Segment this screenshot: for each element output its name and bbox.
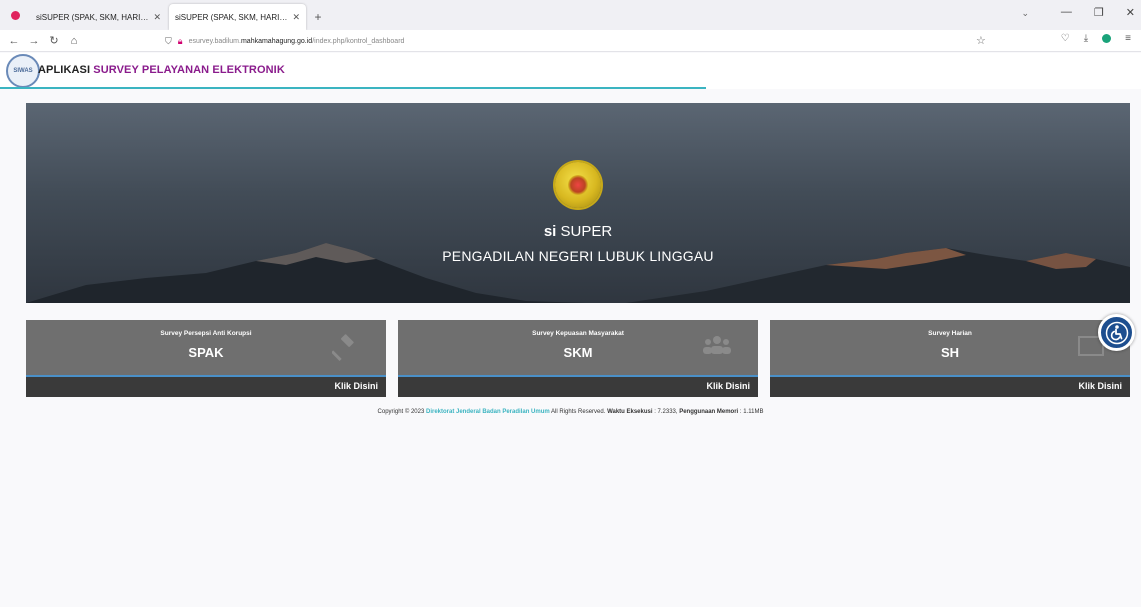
lock-icon[interactable]: 🔒︎: [178, 36, 183, 47]
card-footer[interactable]: Klik Disini: [26, 375, 386, 397]
download-icon[interactable]: ⤓: [1084, 33, 1088, 44]
browser-tab-1[interactable]: siSUPER (SPAK, SKM, HARIAN) | Das ✕: [30, 4, 167, 30]
shield-icon[interactable]: ⛉: [165, 36, 172, 47]
klik-disini-link[interactable]: Klik Disini: [334, 381, 378, 391]
url-domain: mahkamahagung.go.id: [240, 37, 313, 45]
tab-title: siSUPER (SPAK, SKM, HARIAN) | PEI: [175, 12, 288, 22]
chevron-down-icon[interactable]: ⌄: [1021, 8, 1029, 19]
accessibility-button[interactable]: [1098, 314, 1135, 351]
menu-icon[interactable]: ≡: [1125, 33, 1131, 44]
card-footer[interactable]: Klik Disini: [398, 375, 758, 397]
browser-tab-bar: siSUPER (SPAK, SKM, HARIAN) | Das ✕ siSU…: [0, 0, 1141, 30]
app-logo[interactable]: SIWAS: [6, 54, 40, 88]
new-tab-button[interactable]: +: [308, 4, 328, 30]
url-path: /index.php/kontrol_dashboard: [312, 37, 405, 45]
hero-title: si SUPER: [543, 223, 613, 240]
window-controls: — ❐ ✕: [1061, 6, 1135, 19]
card-spak: Survey Persepsi Anti Korupsi SPAK Klik D…: [26, 320, 386, 398]
bookmark-star-icon[interactable]: ☆: [976, 34, 986, 47]
gavel-icon: [332, 334, 354, 361]
url-prefix: esurvey.badilum.: [188, 37, 241, 45]
card-body: Survey Harian SH: [770, 320, 1130, 375]
browser-logo-icon: [0, 0, 30, 30]
klik-disini-link[interactable]: Klik Disini: [706, 381, 750, 391]
accessibility-icon: [1105, 321, 1128, 344]
back-icon[interactable]: ←: [4, 35, 24, 47]
forward-icon[interactable]: →: [24, 35, 44, 47]
browser-tab-2[interactable]: siSUPER (SPAK, SKM, HARIAN) | PEI ✕: [169, 4, 306, 30]
card-body: Survey Persepsi Anti Korupsi SPAK: [26, 320, 386, 375]
court-emblem: [555, 162, 601, 208]
toolbar-icons: ♡ ⤓ ≡: [1061, 33, 1131, 44]
card-title: SH: [940, 345, 960, 360]
browser-nav-bar: ← → ↻ ⌂ ⛉ 🔒︎ esurvey.badilum. mahkamahagu…: [0, 30, 1141, 52]
hero-subtitle: PENGADILAN NEGERI LUBUK LINGGAU: [442, 248, 714, 264]
klik-disini-link[interactable]: Klik Disini: [1078, 381, 1122, 391]
reload-icon[interactable]: ↻: [44, 34, 64, 47]
card-footer[interactable]: Klik Disini: [770, 375, 1130, 397]
extension-icon[interactable]: [1102, 34, 1112, 43]
home-icon[interactable]: ⌂: [64, 35, 84, 47]
card-skm: Survey Kepuasan Masyarakat SKM Klik Disi…: [398, 320, 758, 398]
app-title[interactable]: APLIKASI SURVEY PELAYANAN ELEKTRONIK: [38, 64, 285, 76]
page-footer: Copyright © 2023 Direktorat Jenderal Bad…: [377, 409, 764, 415]
card-body: Survey Kepuasan Masyarakat SKM: [398, 320, 758, 375]
footer-link[interactable]: Direktorat Jenderal Badan Peradilan Umum: [426, 409, 550, 415]
app-header: SIWAS APLIKASI SURVEY PELAYANAN ELEKTRON…: [0, 53, 1141, 89]
users-icon: [703, 336, 731, 354]
close-icon[interactable]: ✕: [292, 12, 300, 23]
tab-title: siSUPER (SPAK, SKM, HARIAN) | Das: [36, 12, 149, 22]
close-window-icon[interactable]: ✕: [1126, 6, 1135, 19]
hero-banner: si SUPER PENGADILAN NEGERI LUBUK LINGGAU: [26, 103, 1130, 303]
pocket-icon[interactable]: ♡: [1061, 33, 1070, 44]
restore-icon[interactable]: ❐: [1094, 6, 1104, 19]
card-sh: Survey Harian SH Klik Disini: [770, 320, 1130, 398]
close-icon[interactable]: ✕: [153, 12, 161, 23]
loading-bar: [0, 87, 706, 89]
url-bar[interactable]: ⛉ 🔒︎ esurvey.badilum. mahkamahagung.go.id…: [165, 32, 995, 50]
card-subtitle: Survey Harian: [928, 330, 972, 337]
minimize-icon[interactable]: —: [1061, 6, 1072, 19]
